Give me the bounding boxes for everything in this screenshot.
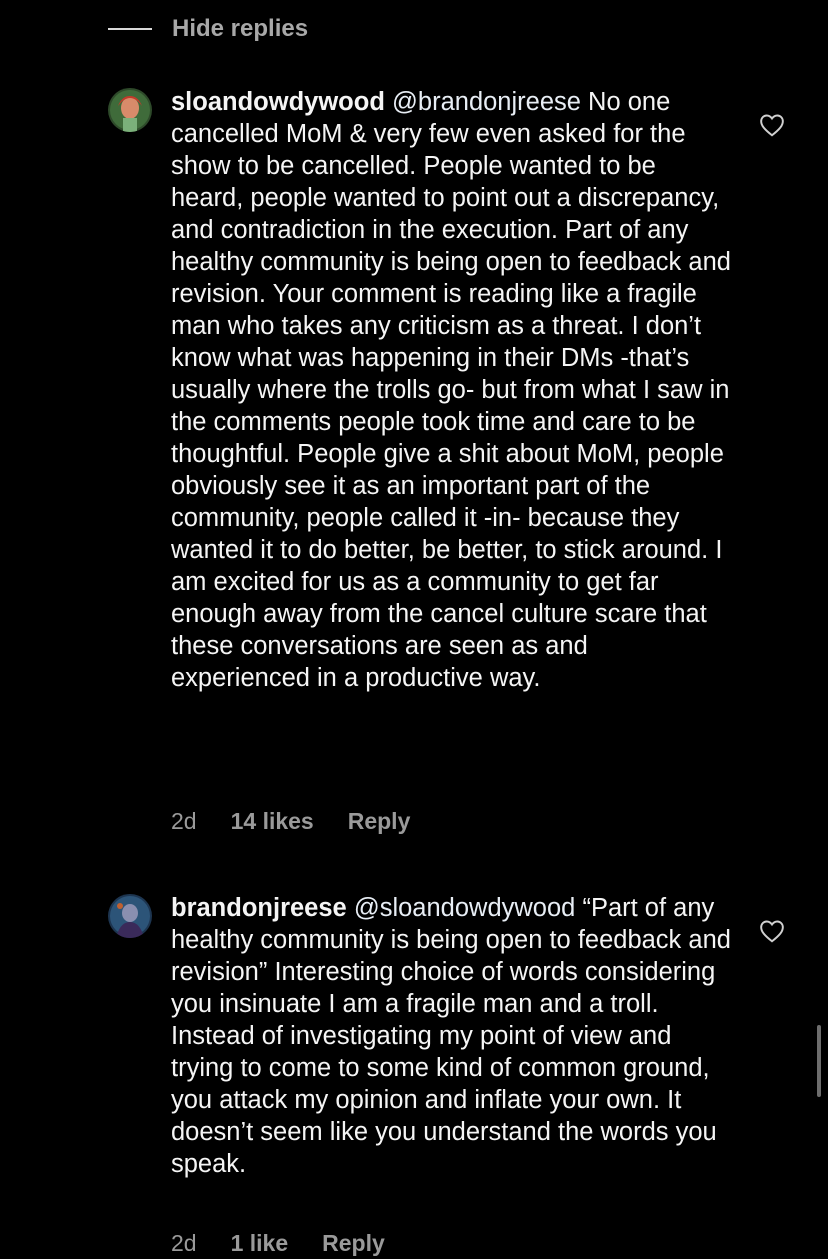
comment-meta: 2d 14 likes Reply (171, 808, 410, 835)
comment-mention[interactable]: @sloandowdywood (354, 894, 576, 922)
scrollbar-thumb[interactable] (817, 1025, 821, 1097)
comment-mention[interactable]: @brandonjreese (392, 88, 581, 116)
comment-text: sloandowdywood @brandonjreese No one can… (171, 86, 731, 694)
likes-count-link[interactable]: 14 likes (231, 808, 314, 835)
comment-text: brandonjreese @sloandowdywood “Part of a… (171, 892, 731, 1180)
user-avatar-icon[interactable] (108, 894, 152, 938)
reply-button[interactable]: Reply (348, 808, 411, 835)
hide-replies-label: Hide replies (172, 15, 309, 42)
comment-username[interactable]: sloandowdywood (171, 88, 385, 116)
comment-timestamp: 2d (171, 1230, 197, 1256)
comment-timestamp: 2d (171, 808, 197, 834)
comment-body: No one cancelled MoM & very few even ask… (171, 88, 731, 692)
heart-outline-icon[interactable] (759, 113, 785, 137)
heart-outline-icon[interactable] (759, 919, 785, 943)
comment-username[interactable]: brandonjreese (171, 894, 347, 922)
reply-button[interactable]: Reply (322, 1230, 385, 1257)
likes-count-link[interactable]: 1 like (231, 1230, 289, 1257)
hide-replies-button[interactable]: Hide replies (108, 12, 308, 46)
user-avatar-icon[interactable] (108, 88, 152, 132)
hide-replies-divider (108, 28, 152, 30)
comment-meta: 2d 1 like Reply (171, 1230, 385, 1257)
comment-body: “Part of any healthy community is being … (171, 894, 731, 1178)
